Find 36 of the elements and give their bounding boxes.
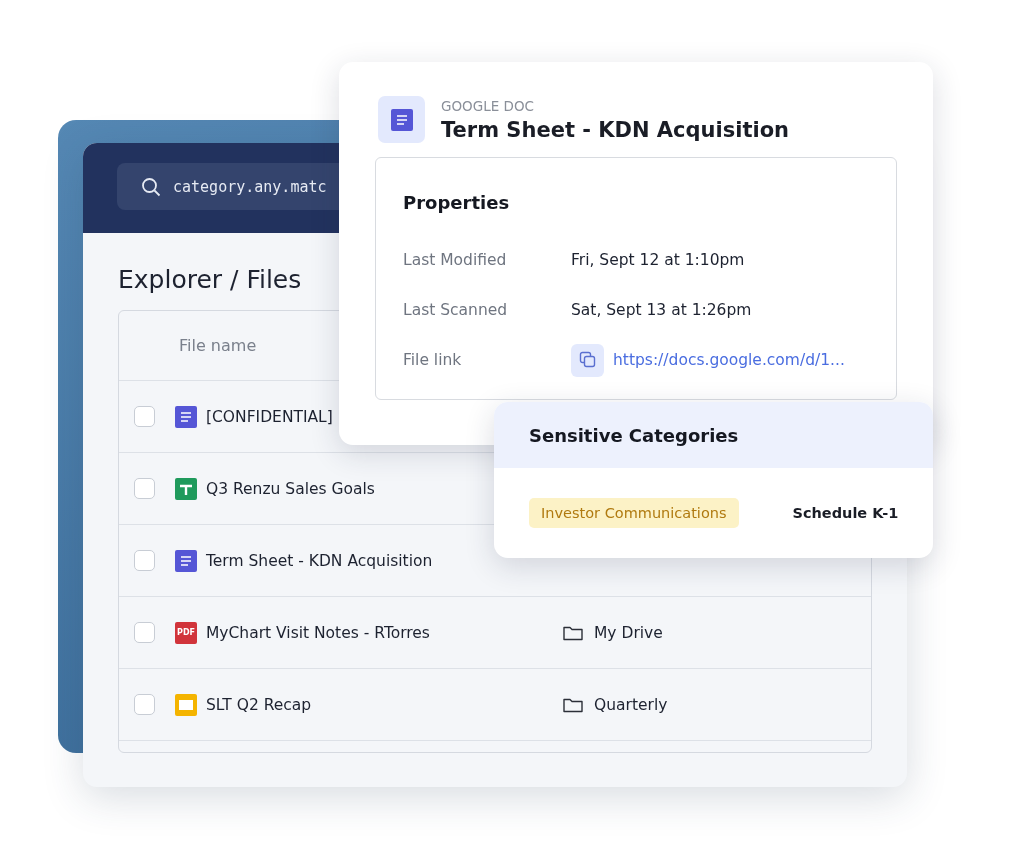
property-value: Sat, Sept 13 at 1:26pm: [571, 301, 752, 319]
property-label: Last Scanned: [403, 301, 509, 319]
search-icon: [141, 176, 161, 197]
folder-icon: [563, 624, 583, 641]
pdf-icon: PDF: [175, 621, 197, 644]
file-name: Term Sheet - KDN Acquisition: [206, 551, 433, 570]
row-checkbox[interactable]: [134, 406, 155, 427]
file-link[interactable]: https://docs.google.com/d/1...: [613, 351, 845, 369]
file-name: [CONFIDENTIAL]: [206, 407, 333, 426]
property-label: Last Modified: [403, 251, 508, 269]
property-label: File link: [403, 351, 463, 369]
copy-button[interactable]: [571, 343, 604, 377]
row-checkbox[interactable]: [134, 622, 155, 643]
property-value: Fri, Sept 12 at 1:10pm: [571, 251, 745, 269]
folder-name: Quarterly: [594, 695, 668, 714]
file-type-label: GOOGLE DOC: [441, 97, 535, 114]
folder-name: My Drive: [594, 623, 663, 642]
row-checkbox[interactable]: [134, 694, 155, 715]
category-tag: Investor Communications: [529, 498, 739, 528]
document-icon: [175, 405, 197, 428]
file-name: MyChart Visit Notes - RTorres: [206, 623, 430, 642]
column-header: File name: [179, 336, 257, 355]
file-name: Q3 Renzu Sales Goals: [206, 479, 375, 498]
folder-icon: [563, 696, 583, 713]
row-checkbox[interactable]: [134, 478, 155, 499]
category-label: Schedule K-1: [791, 504, 900, 523]
card-heading: Sensitive Categories: [494, 402, 933, 468]
spreadsheet-icon: [175, 477, 197, 500]
copy-icon: [578, 351, 597, 369]
row-checkbox[interactable]: [134, 550, 155, 571]
file-title: Term Sheet - KDN Acquisition: [441, 117, 790, 142]
slides-icon: [175, 693, 197, 716]
file-name: SLT Q2 Recap: [206, 695, 312, 714]
breadcrumb: Explorer / Files: [118, 265, 302, 294]
document-icon: [390, 108, 413, 131]
document-icon: [175, 549, 197, 572]
